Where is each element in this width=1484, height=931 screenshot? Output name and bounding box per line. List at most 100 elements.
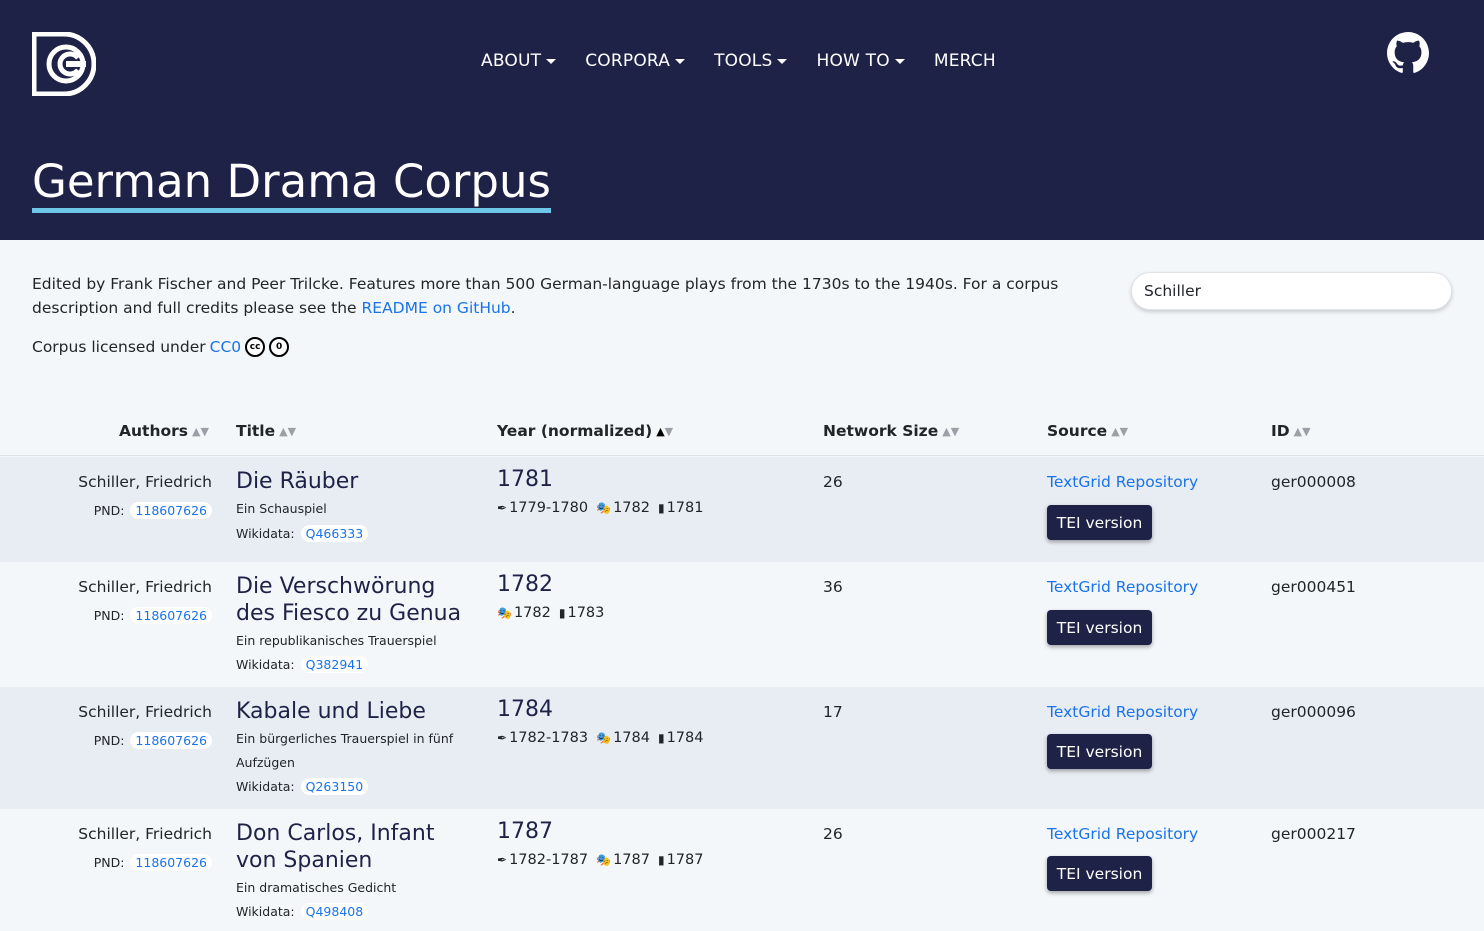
year-printed: 1784 <box>666 730 704 746</box>
tei-version-button[interactable]: TEI version <box>1047 505 1152 540</box>
theater-masks-icon: 🎭 <box>596 731 612 745</box>
github-icon[interactable] <box>1387 32 1429 74</box>
theater-masks-icon: 🎭 <box>497 606 512 620</box>
dracor-logo-icon[interactable] <box>32 32 96 96</box>
year-printed: 1783 <box>567 605 605 621</box>
header-id: ID <box>1271 422 1290 440</box>
network-size: 17 <box>823 703 843 721</box>
nav-tools-label: TOOLS <box>714 51 773 71</box>
play-title[interactable]: Die Räuber <box>236 468 476 495</box>
year-premiered: 1787 <box>613 852 650 868</box>
wikidata-label: Wikidata: <box>236 526 295 541</box>
author-name[interactable]: Schiller, Friedrich <box>78 473 212 491</box>
caret-down-icon <box>546 59 557 64</box>
sort-title[interactable]: Title ▲▼ <box>236 422 296 440</box>
nav-how-to[interactable]: HOW TO <box>816 51 905 71</box>
sort-network-size[interactable]: Network Size ▲▼ <box>823 422 959 440</box>
sort-year[interactable]: Year (normalized) ▲▼ <box>497 422 673 440</box>
author-name[interactable]: Schiller, Friedrich <box>78 703 212 721</box>
play-id: ger000096 <box>1271 703 1356 721</box>
year-details: ✒ 1779-1780 🎭 1782 ▮ 1781 <box>497 500 711 516</box>
play-title[interactable]: Don Carlos, Infant von Spanien <box>236 820 476 874</box>
pnd-link[interactable]: 118607626 <box>130 854 212 871</box>
table-row: Schiller, Friedrich PND: 118607626 Kabale… <box>0 687 1484 809</box>
caret-down-icon <box>777 59 788 64</box>
pnd: PND: 118607626 <box>94 502 212 519</box>
year-details: ✒ 1782-1787 🎭 1787 ▮ 1787 <box>497 852 711 868</box>
tei-version-button[interactable]: TEI version <box>1047 610 1152 645</box>
pnd: PND: 118607626 <box>94 732 212 749</box>
network-size: 26 <box>823 825 843 843</box>
author-name[interactable]: Schiller, Friedrich <box>78 578 212 596</box>
network-size: 36 <box>823 578 843 596</box>
source-link[interactable]: TextGrid Repository <box>1047 473 1198 491</box>
wikidata-link[interactable]: Q263150 <box>300 778 369 795</box>
header-authors: Authors <box>119 422 188 440</box>
source-link[interactable]: TextGrid Repository <box>1047 703 1198 721</box>
sort-source[interactable]: Source ▲▼ <box>1047 422 1128 440</box>
caret-down-icon <box>675 59 686 64</box>
play-subtitle: Ein republikanisches Trauerspiel <box>236 633 437 648</box>
pnd-link[interactable]: 118607626 <box>130 732 212 749</box>
wikidata-label: Wikidata: <box>236 904 295 919</box>
table-header: Authors ▲▼ Title ▲▼ Year (normalized) ▲▼ Ne… <box>0 408 1484 456</box>
wikidata: Wikidata: Q466333 <box>236 525 369 542</box>
pnd: PND: 118607626 <box>94 854 212 871</box>
search-input[interactable] <box>1131 272 1452 310</box>
sort-arrows-icon: ▲▼ <box>279 424 297 438</box>
nav-about[interactable]: ABOUT <box>481 51 557 71</box>
wikidata-link[interactable]: Q498408 <box>300 903 369 920</box>
year-details: ✒ 1782-1783 🎭 1784 ▮ 1784 <box>497 730 711 746</box>
readme-link[interactable]: README on GitHub <box>362 299 511 317</box>
source-link[interactable]: TextGrid Repository <box>1047 825 1198 843</box>
nav-merch-label: MERCH <box>933 51 996 71</box>
page-title[interactable]: German Drama Corpus <box>32 156 551 213</box>
sort-arrows-icon: ▲▼ <box>1293 424 1311 438</box>
site-header: ABOUT CORPORA TOOLS HOW TO MERCH German … <box>0 0 1484 240</box>
play-title[interactable]: Die Verschwörung des Fiesco zu Genua <box>236 573 476 627</box>
header-year: Year (normalized) <box>497 422 653 440</box>
nav-corpora[interactable]: CORPORA <box>585 51 686 71</box>
table-row: Schiller, Friedrich PND: 118607626 Die Rä… <box>0 457 1484 562</box>
pen-icon: ✒ <box>497 853 508 867</box>
wikidata-label: Wikidata: <box>236 779 295 794</box>
table-row: Schiller, Friedrich PND: 118607626 Die Ve… <box>0 562 1484 687</box>
cc0-link[interactable]: CC0 <box>210 338 242 356</box>
wikidata-link[interactable]: Q382941 <box>300 656 369 673</box>
play-title[interactable]: Kabale und Liebe <box>236 698 476 725</box>
sort-authors[interactable]: Authors ▲▼ <box>119 422 209 440</box>
year-written: 1779-1780 <box>509 500 589 516</box>
header-source: Source <box>1047 422 1108 440</box>
nav-tools[interactable]: TOOLS <box>714 51 788 71</box>
wikidata-link[interactable]: Q466333 <box>300 525 369 542</box>
license-prefix: Corpus licensed under <box>32 338 206 356</box>
sort-asc-active-icon: ▲▼ <box>656 424 674 438</box>
network-size: 26 <box>823 473 843 491</box>
description-text: Edited by Frank Fischer and Peer Trilcke… <box>32 275 1059 317</box>
year-normalized: 1787 <box>497 819 553 844</box>
play-id: ger000451 <box>1271 578 1356 596</box>
book-icon: ▮ <box>657 853 665 867</box>
pnd-label: PND: <box>93 608 125 623</box>
year-printed: 1781 <box>666 500 704 516</box>
sort-arrows-icon: ▲▼ <box>1111 424 1129 438</box>
book-icon: ▮ <box>657 501 665 515</box>
sort-id[interactable]: ID ▲▼ <box>1271 422 1311 440</box>
year-normalized: 1782 <box>497 572 553 597</box>
book-icon: ▮ <box>657 731 665 745</box>
source-link[interactable]: TextGrid Repository <box>1047 578 1198 596</box>
pnd-link[interactable]: 118607626 <box>130 502 212 519</box>
nav-how-to-label: HOW TO <box>816 51 890 71</box>
nav-merch[interactable]: MERCH <box>934 51 996 71</box>
book-icon: ▮ <box>558 606 566 620</box>
tei-version-button[interactable]: TEI version <box>1047 856 1152 891</box>
caret-down-icon <box>894 59 905 64</box>
year-premiered: 1782 <box>513 605 551 621</box>
author-name[interactable]: Schiller, Friedrich <box>78 825 212 843</box>
zero-icon: 0 <box>269 337 290 357</box>
pnd-label: PND: <box>93 733 125 748</box>
pnd-link[interactable]: 118607626 <box>130 607 212 624</box>
pnd-label: PND: <box>93 503 125 518</box>
tei-version-button[interactable]: TEI version <box>1047 734 1152 769</box>
play-id: ger000217 <box>1271 825 1356 843</box>
